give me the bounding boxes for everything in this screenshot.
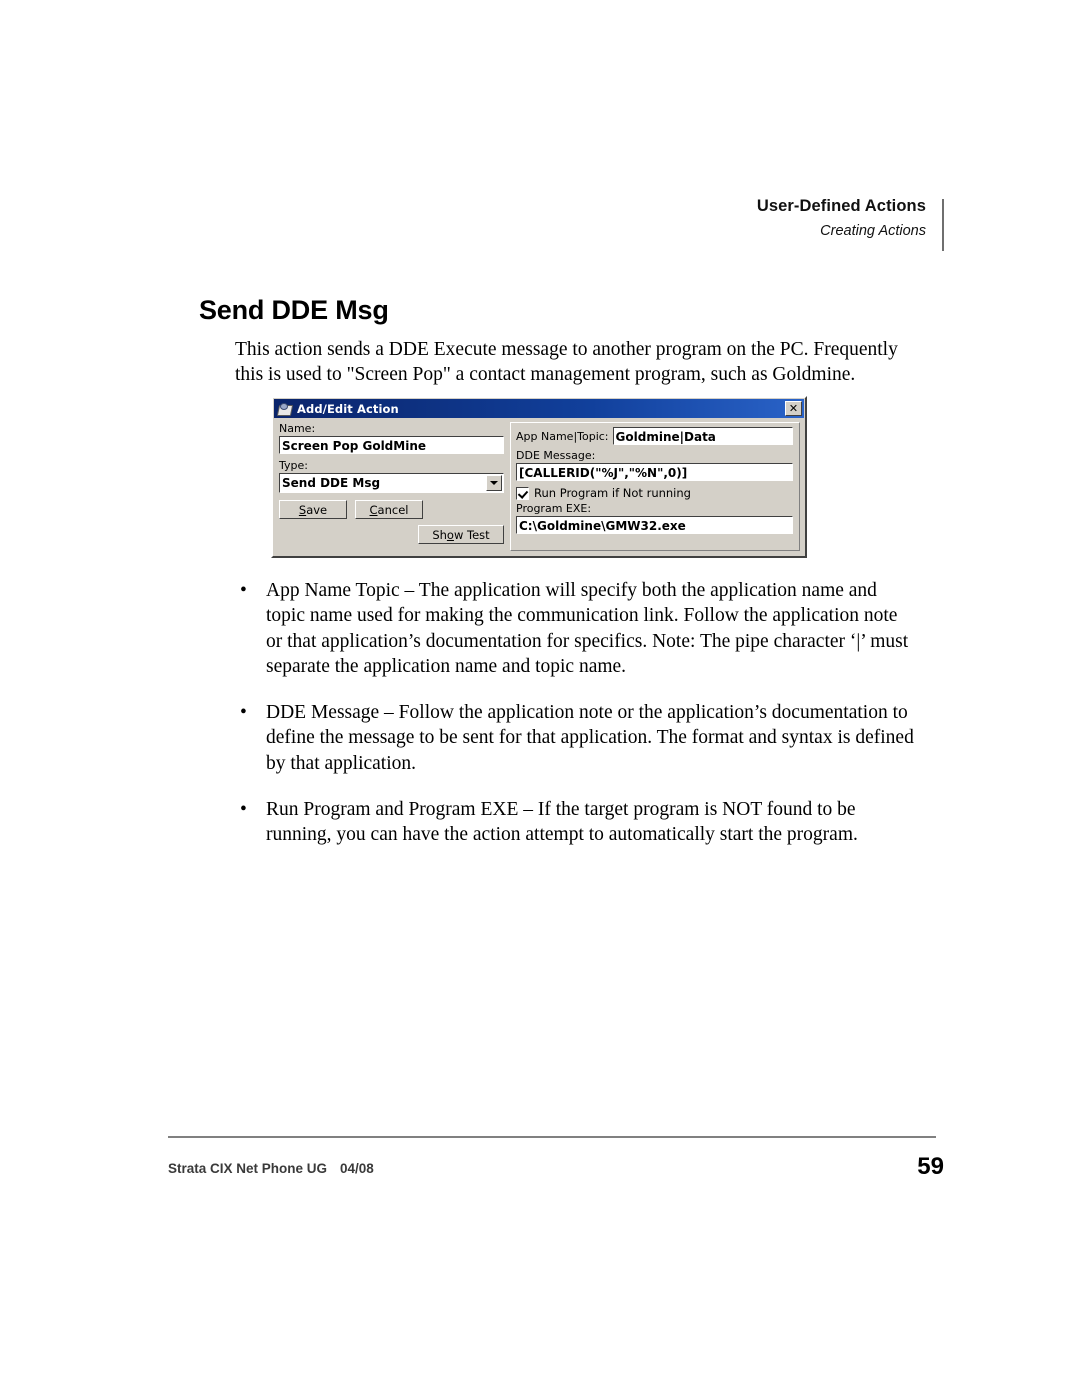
type-select-value: Send DDE Msg bbox=[282, 475, 381, 490]
showtest-pre: Sh bbox=[432, 527, 447, 542]
dialog-button-row: Save Cancel bbox=[279, 500, 504, 519]
run-program-checkbox-row[interactable]: Run Program if Not running bbox=[516, 486, 793, 500]
save-rest: ave bbox=[306, 502, 328, 517]
dialog-right-panel: App Name|Topic: Goldmine|Data DDE Messag… bbox=[510, 422, 800, 551]
dde-message-input[interactable]: [CALLERID("%J","%N",0)] bbox=[515, 462, 794, 482]
dialog-left-panel: Name: Screen Pop GoldMine Type: Send DDE… bbox=[278, 422, 505, 551]
header-vertical-rule bbox=[942, 199, 944, 251]
footer-doc-title: Strata CIX Net Phone UG bbox=[168, 1161, 328, 1176]
type-select[interactable]: Send DDE Msg bbox=[279, 473, 504, 493]
cancel-rest: ancel bbox=[377, 502, 409, 517]
type-label: Type: bbox=[279, 459, 308, 472]
app-name-topic-label: App Name|Topic: bbox=[516, 429, 609, 443]
name-label: Name: bbox=[279, 422, 316, 435]
program-exe-label: Program EXE: bbox=[516, 502, 592, 515]
save-button[interactable]: Save bbox=[279, 500, 347, 519]
intro-paragraph: This action sends a DDE Execute message … bbox=[235, 338, 898, 386]
page-title: Send DDE Msg bbox=[199, 295, 389, 326]
add-edit-action-dialog: Add/Edit Action ✕ Name: Screen Pop GoldM… bbox=[271, 396, 807, 558]
list-item: • Run Program and Program EXE – If the t… bbox=[235, 797, 915, 848]
page-number: 59 bbox=[917, 1153, 944, 1180]
dialog-body: Name: Screen Pop GoldMine Type: Send DDE… bbox=[273, 418, 805, 556]
bullet-list: • App Name Topic – The application will … bbox=[235, 578, 915, 869]
app-name-topic-field: App Name|Topic: Goldmine|Data bbox=[516, 426, 795, 446]
showtest-accel: o bbox=[446, 527, 454, 542]
name-input[interactable]: Screen Pop GoldMine bbox=[278, 435, 505, 455]
app-name-topic-input[interactable]: Goldmine|Data bbox=[611, 426, 795, 446]
show-test-button[interactable]: Show Test bbox=[418, 525, 504, 544]
close-icon[interactable]: ✕ bbox=[785, 401, 802, 416]
cancel-accel: C bbox=[369, 502, 378, 517]
cancel-button[interactable]: Cancel bbox=[355, 500, 423, 519]
show-test-row: Show Test bbox=[279, 525, 504, 544]
footer-doc-date: 04/08 bbox=[340, 1161, 374, 1176]
list-item-text: Run Program and Program EXE – If the tar… bbox=[266, 799, 858, 846]
footer-document-info: Strata CIX Net Phone UG 04/08 bbox=[168, 1161, 374, 1176]
dialog-title: Add/Edit Action bbox=[297, 401, 399, 416]
application-icon bbox=[276, 402, 294, 416]
list-item: • DDE Message – Follow the application n… bbox=[235, 700, 915, 776]
chevron-down-icon[interactable] bbox=[486, 475, 502, 491]
dialog-titlebar: Add/Edit Action ✕ bbox=[274, 399, 804, 418]
bullet-marker: • bbox=[240, 799, 247, 821]
checkbox-checked-icon[interactable] bbox=[516, 486, 529, 500]
dde-message-label: DDE Message: bbox=[516, 449, 596, 462]
run-program-checkbox-label: Run Program if Not running bbox=[534, 486, 691, 500]
showtest-rest: w Test bbox=[453, 527, 490, 542]
footer-divider bbox=[168, 1136, 936, 1138]
bullet-marker: • bbox=[240, 702, 247, 724]
list-item-text: App Name Topic – The application will sp… bbox=[266, 580, 909, 677]
header-title: User-Defined Actions bbox=[756, 197, 926, 215]
header-subtitle: Creating Actions bbox=[820, 223, 926, 239]
list-item: • App Name Topic – The application will … bbox=[235, 578, 915, 679]
running-header: User-Defined Actions Creating Actions bbox=[506, 196, 944, 251]
bullet-marker: • bbox=[240, 580, 247, 601]
list-item-text: DDE Message – Follow the application not… bbox=[266, 702, 914, 774]
program-exe-input[interactable]: C:\Goldmine\GMW32.exe bbox=[515, 515, 794, 535]
